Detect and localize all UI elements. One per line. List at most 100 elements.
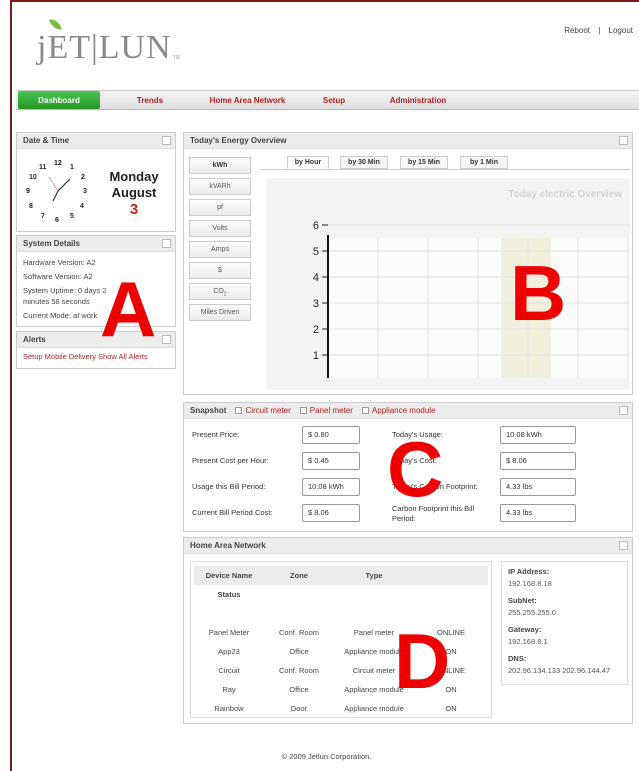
- month: August: [111, 185, 157, 200]
- han-title: Home Area Network: [190, 541, 266, 550]
- dns-label: DNS:: [508, 654, 527, 663]
- y-tick-label: 1: [313, 350, 319, 362]
- y-tick-label: 3: [313, 298, 319, 310]
- present-price-field[interactable]: $ 0.80: [302, 426, 360, 444]
- y-tick-label: 5: [313, 246, 319, 258]
- separator: |: [598, 26, 601, 35]
- unit-dollar-button[interactable]: $: [189, 262, 251, 279]
- tab-by-hour[interactable]: by Hour: [287, 156, 329, 169]
- nav-administration[interactable]: Administration: [373, 91, 463, 109]
- tab-by-15-min[interactable]: by 15 Min: [400, 156, 448, 169]
- usage-bill-field[interactable]: 10.08 kWh: [302, 478, 360, 496]
- collapse-checkbox[interactable]: [619, 406, 628, 415]
- logo-text: jET|LUN: [37, 29, 172, 66]
- date-time-panel: Date & Time 12 1 2 3 4 5 6 7 8 9 10 11 M…: [16, 132, 176, 232]
- unit-volts-button[interactable]: Volts: [189, 220, 251, 237]
- present-cost-label: Present Cost per Hour:: [192, 456, 269, 465]
- col-zone: Zone: [290, 571, 308, 580]
- dns-value: 202.96.134.133 202.96.144.47: [508, 665, 611, 675]
- nav-setup[interactable]: Setup: [295, 91, 373, 109]
- gateway-label: Gateway:: [508, 625, 542, 634]
- subnet-label: SubNet:: [508, 596, 537, 605]
- network-info-box: IP Address: 192.168.8.18 SubNet: 255.255…: [501, 561, 628, 685]
- collapse-checkbox[interactable]: [162, 335, 171, 344]
- ip-label: IP Address:: [508, 567, 550, 576]
- ip-value: 192.168.8.18: [508, 578, 552, 588]
- system-details-title: System Details: [23, 239, 80, 248]
- table-header-row-2: Status: [194, 585, 488, 604]
- col-device-name: Device Name: [205, 571, 253, 580]
- cell: Ray: [222, 685, 236, 694]
- present-price-label: Present Price:: [192, 430, 240, 439]
- alerts-title: Alerts: [23, 335, 46, 344]
- legend-circuit-meter[interactable]: Circuit meter: [235, 406, 291, 415]
- todays-carbon-field[interactable]: 4.33 lbs: [500, 478, 576, 496]
- checkbox-icon[interactable]: [299, 407, 307, 414]
- panel-header: Date & Time: [17, 133, 175, 149]
- unit-amps-button[interactable]: Amps: [189, 241, 251, 258]
- annotation-letter-a: A: [100, 265, 157, 353]
- date-time-title: Date & Time: [23, 136, 70, 145]
- panel-header: Snapshot Circuit meter Panel meter Appli…: [184, 403, 632, 419]
- legend-label: Panel meter: [309, 406, 353, 415]
- present-cost-field[interactable]: $ 0.45: [302, 452, 360, 470]
- unit-miles-driven-button[interactable]: Miles Driven: [189, 304, 251, 321]
- collapse-checkbox[interactable]: [619, 541, 628, 550]
- weekday: Monday: [109, 169, 159, 184]
- cell: Office: [289, 685, 309, 694]
- tab-by-1-min[interactable]: by 1 Min: [460, 156, 508, 169]
- unit-kwh-button[interactable]: kWh: [189, 157, 251, 174]
- todays-cost-field[interactable]: $ 8.06: [500, 452, 576, 470]
- legend-appliance-module[interactable]: Appliance module: [361, 406, 436, 415]
- energy-overview-title: Today's Energy Overview: [190, 136, 287, 145]
- col-type: Type: [365, 571, 383, 580]
- y-tick-label: 6: [313, 220, 319, 232]
- unit-pf-button[interactable]: pf: [189, 199, 251, 216]
- cell: Door: [290, 704, 308, 713]
- table-header-row: Device Name Zone Type: [194, 566, 488, 585]
- unit-co2-button[interactable]: CO2: [189, 283, 251, 300]
- bill-cost-label: Current Bill Period Cost:: [192, 508, 273, 517]
- bill-carbon-field[interactable]: 4.33 lbs: [500, 504, 576, 522]
- snapshot-title: Snapshot: [190, 406, 227, 415]
- collapse-checkbox[interactable]: [619, 136, 628, 145]
- todays-usage-field[interactable]: 10.08 kWh: [500, 426, 576, 444]
- nav-trends[interactable]: Trends: [100, 91, 200, 109]
- unit-kvarh-button[interactable]: kVARh: [189, 178, 251, 195]
- collapse-checkbox[interactable]: [162, 239, 171, 248]
- logo-trademark: TM: [172, 55, 180, 61]
- subnet-value: 255.255.255.0: [508, 607, 556, 617]
- show-all-alerts-link[interactable]: Show All Alerts: [98, 352, 148, 361]
- collapse-checkbox[interactable]: [162, 136, 171, 145]
- logout-link[interactable]: Logout: [609, 26, 633, 35]
- cell: Panel Meter: [208, 628, 250, 637]
- legend-label: Circuit meter: [245, 406, 291, 415]
- legend-panel-meter[interactable]: Panel meter: [299, 406, 353, 415]
- annotation-letter-c: C: [387, 425, 444, 513]
- panel-header: Home Area Network: [184, 538, 632, 554]
- y-tick-label: 2: [313, 324, 319, 336]
- cell: Conf. Room: [278, 628, 320, 637]
- clock-hands: [48, 176, 71, 202]
- checkbox-icon[interactable]: [235, 407, 243, 414]
- reboot-link[interactable]: Reboot: [564, 26, 590, 35]
- gateway-value: 192.168.8.1: [508, 636, 548, 646]
- tab-by-30-min[interactable]: by 30 Min: [340, 156, 388, 169]
- top-links: Reboot | Logout: [561, 26, 636, 35]
- day-number: 3: [129, 201, 139, 218]
- plot-background: [328, 238, 630, 378]
- annotation-letter-d: D: [394, 617, 451, 705]
- panel-header: System Details: [17, 236, 175, 252]
- setup-mobile-delivery-link[interactable]: Setup Mobile Delivery: [23, 352, 96, 361]
- checkbox-icon[interactable]: [361, 407, 369, 414]
- nav-home-area-network[interactable]: Home Area Network: [200, 91, 295, 109]
- energy-chart: 1 2 3 4 5 6: [313, 220, 630, 378]
- usage-bill-label: Usage this Bill Period:: [192, 482, 266, 491]
- cell: App23: [218, 647, 240, 656]
- nav-dashboard[interactable]: Dashboard: [18, 91, 100, 109]
- annotation-letter-b: B: [510, 249, 567, 337]
- panel-header: Today's Energy Overview: [184, 133, 632, 149]
- bill-cost-field[interactable]: $ 8.06: [302, 504, 360, 522]
- y-tick-label: 4: [313, 272, 319, 284]
- cell: Rainbow: [214, 704, 244, 713]
